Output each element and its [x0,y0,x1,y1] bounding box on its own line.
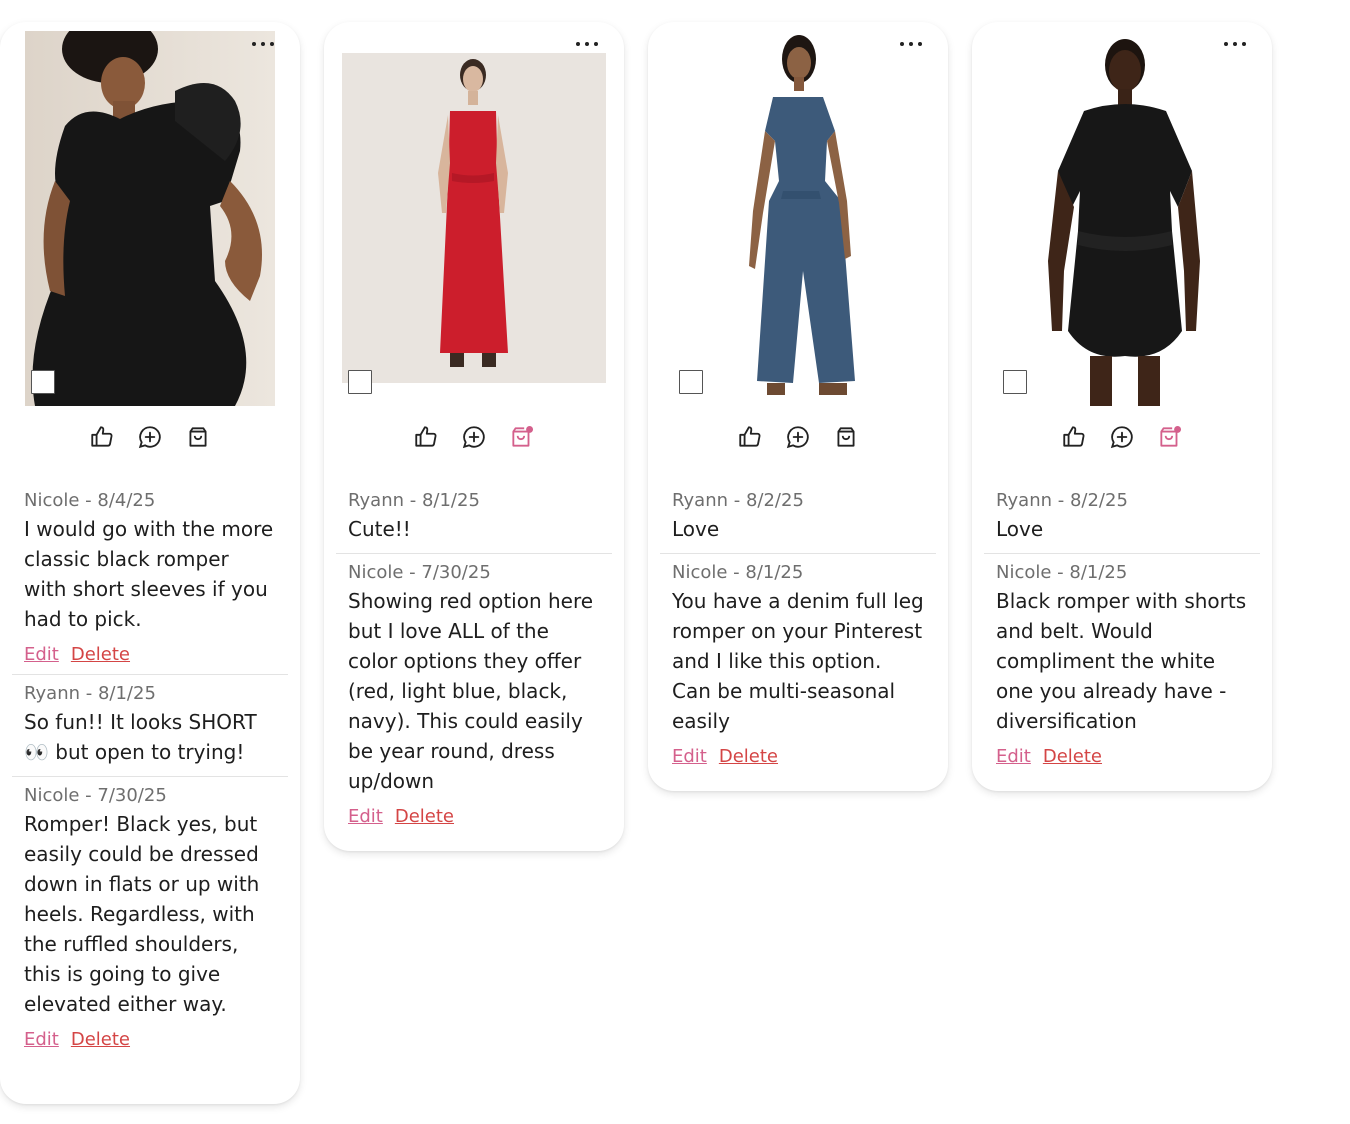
comment-author-date: Ryann - 8/1/25 [24,683,156,704]
add-comment-icon[interactable] [1109,424,1135,450]
select-checkbox[interactable] [348,370,372,394]
thumbs-up-icon[interactable] [89,424,115,450]
product-card: Ryann - 8/1/25 Cute!! Nicole - 7/30/25 S… [324,22,624,851]
delete-link[interactable]: Delete [395,806,454,827]
comment-text: Black romper with shorts and belt. Would… [996,589,1247,733]
thumbs-up-icon[interactable] [413,424,439,450]
delete-link[interactable]: Delete [71,1029,130,1050]
action-bar [972,424,1272,450]
comment-actions: Edit Delete [24,644,276,665]
comment: Ryann - 8/1/25 Cute!! [336,490,612,554]
comment-actions: Edit Delete [996,746,1248,767]
comment-list: Ryann - 8/2/25 Love Nicole - 8/1/25 Blac… [984,490,1260,784]
more-options-ellipsis-icon[interactable] [1224,36,1246,52]
edit-link[interactable]: Edit [348,806,383,827]
edit-link[interactable]: Edit [996,746,1031,767]
comment-text: Romper! Black yes, but easily could be d… [24,812,260,1016]
action-bar [324,424,624,450]
comment-text: Cute!! [348,517,411,541]
product-card: Nicole - 8/4/25 I would go with the more… [0,22,300,1104]
delete-link[interactable]: Delete [719,746,778,767]
comment-author-date: Ryann - 8/2/25 [672,490,804,511]
comment-text: Love [996,517,1044,541]
select-checkbox[interactable] [31,370,55,394]
product-image[interactable] [1022,31,1222,406]
comment: Nicole - 8/1/25 Black romper with shorts… [984,562,1260,776]
comment-author-date: Nicole - 8/4/25 [24,490,156,511]
comment: Nicole - 8/1/25 You have a denim full le… [660,562,936,776]
comment-text: Showing red option here but I love ALL o… [348,589,594,793]
comment-text: I would go with the more classic black r… [24,517,274,631]
add-comment-icon[interactable] [785,424,811,450]
comment-author-date: Nicole - 7/30/25 [348,562,491,583]
more-options-ellipsis-icon[interactable] [576,36,598,52]
comment-list: Ryann - 8/1/25 Cute!! Nicole - 7/30/25 S… [336,490,612,844]
delete-link[interactable]: Delete [71,644,130,665]
add-comment-icon[interactable] [137,424,163,450]
product-image[interactable] [25,31,275,406]
comment-actions: Edit Delete [24,1029,276,1050]
comment-text: Love [672,517,720,541]
product-image[interactable] [342,53,606,383]
comment: Ryann - 8/2/25 Love [660,490,936,554]
edit-link[interactable]: Edit [672,746,707,767]
comment-author-date: Nicole - 8/1/25 [996,562,1128,583]
comment-author-date: Ryann - 8/1/25 [348,490,480,511]
shopping-bag-added-icon[interactable] [509,424,535,450]
comment: Ryann - 8/1/25 So fun!! It looks SHORT 👀… [12,683,288,777]
comment-text: So fun!! It looks SHORT 👀 but open to tr… [24,710,257,764]
delete-link[interactable]: Delete [1043,746,1102,767]
action-bar [648,424,948,450]
add-comment-icon[interactable] [461,424,487,450]
select-checkbox[interactable] [679,370,703,394]
comment-actions: Edit Delete [672,746,924,767]
more-options-ellipsis-icon[interactable] [252,36,274,52]
edit-link[interactable]: Edit [24,1029,59,1050]
product-card: Ryann - 8/2/25 Love Nicole - 8/1/25 Blac… [972,22,1272,791]
comment-list: Nicole - 8/4/25 I would go with the more… [12,490,288,1067]
comment-list: Ryann - 8/2/25 Love Nicole - 8/1/25 You … [660,490,936,784]
thumbs-up-icon[interactable] [1061,424,1087,450]
comment: Nicole - 8/4/25 I would go with the more… [12,490,288,675]
select-checkbox[interactable] [1003,370,1027,394]
comment: Nicole - 7/30/25 Romper! Black yes, but … [12,785,288,1059]
product-image[interactable] [723,31,883,406]
shopping-bag-icon[interactable] [185,424,211,450]
comment: Ryann - 8/2/25 Love [984,490,1260,554]
comment-author-date: Nicole - 7/30/25 [24,785,167,806]
edit-link[interactable]: Edit [24,644,59,665]
action-bar [0,424,300,450]
comment: Nicole - 7/30/25 Showing red option here… [336,562,612,836]
comment-actions: Edit Delete [348,806,600,827]
shopping-bag-added-icon[interactable] [1157,424,1183,450]
product-card: Ryann - 8/2/25 Love Nicole - 8/1/25 You … [648,22,948,791]
more-options-ellipsis-icon[interactable] [900,36,922,52]
thumbs-up-icon[interactable] [737,424,763,450]
comment-text: You have a denim full leg romper on your… [672,589,924,733]
comment-author-date: Nicole - 8/1/25 [672,562,804,583]
shopping-bag-icon[interactable] [833,424,859,450]
comment-author-date: Ryann - 8/2/25 [996,490,1128,511]
